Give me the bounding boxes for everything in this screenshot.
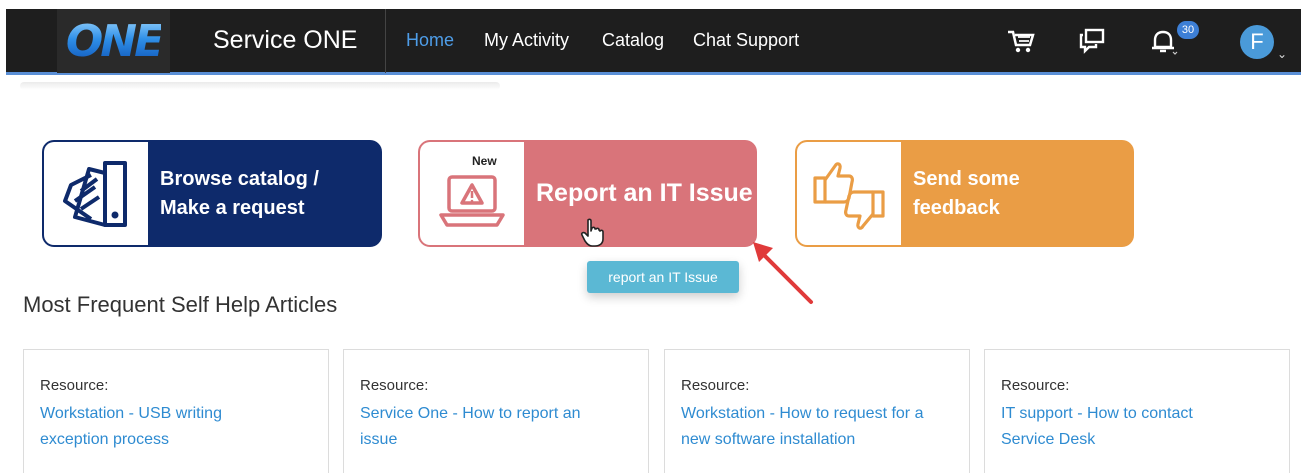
laptop-warning-icon [439,174,505,227]
resource-label: Resource: [360,377,429,394]
resource-label: Resource: [1001,377,1070,394]
tooltip: report an IT Issue [587,261,739,293]
article-link[interactable]: Service One - How to report an issue [360,401,620,453]
tile-label: Report an IT Issue [536,179,753,207]
user-avatar[interactable]: F [1240,25,1274,59]
header-shadow [20,82,500,90]
annotation-arrow-icon [753,242,813,304]
tile-icon-box: New [420,142,524,245]
bell-icon[interactable] [1147,25,1179,57]
tile-icon-box [797,142,901,245]
app-title[interactable]: Service ONE [213,26,357,55]
article-link[interactable]: IT support - How to contact Service Desk [1001,401,1241,453]
article-card: Resource: IT support - How to contact Se… [984,349,1290,473]
article-link[interactable]: Workstation - How to request for a new s… [681,401,956,453]
resource-label: Resource: [40,377,109,394]
tile-label: Browse catalog / Make a request [160,167,319,219]
resource-label: Resource: [681,377,750,394]
nav-chat-support[interactable]: Chat Support [693,30,799,51]
chat-icon[interactable] [1076,25,1108,57]
top-nav-bar: ONE Service ONE Home My Activity Catalog… [6,9,1301,75]
tile-label: Send some feedback [913,167,1020,219]
browse-catalog-tile[interactable]: Browse catalog / Make a request [42,140,382,247]
cart-icon[interactable] [1005,25,1037,57]
catalog-swatch-icon [63,160,127,227]
article-card: Resource: Workstation - How to request f… [664,349,970,473]
section-title: Most Frequent Self Help Articles [23,292,338,317]
article-card: Resource: Service One - How to report an… [343,349,649,473]
thumbs-up-down-icon [813,161,885,230]
nav-divider [385,9,386,73]
hand-cursor-icon [580,218,604,247]
nav-my-activity[interactable]: My Activity [484,30,569,51]
send-feedback-tile[interactable]: Send some feedback [795,140,1134,247]
service-one-logo[interactable]: ONE [57,9,170,73]
logo-text: ONE [65,15,164,67]
nav-home[interactable]: Home [406,30,454,51]
chevron-down-icon[interactable]: ⌄ [1277,47,1287,61]
tile-icon-box [44,142,148,245]
article-link[interactable]: Workstation - USB writing exception proc… [40,401,280,453]
nav-catalog[interactable]: Catalog [602,30,664,51]
article-card: Resource: Workstation - USB writing exce… [23,349,329,473]
notification-badge: 30 [1177,21,1199,39]
new-tag: New [472,154,497,168]
